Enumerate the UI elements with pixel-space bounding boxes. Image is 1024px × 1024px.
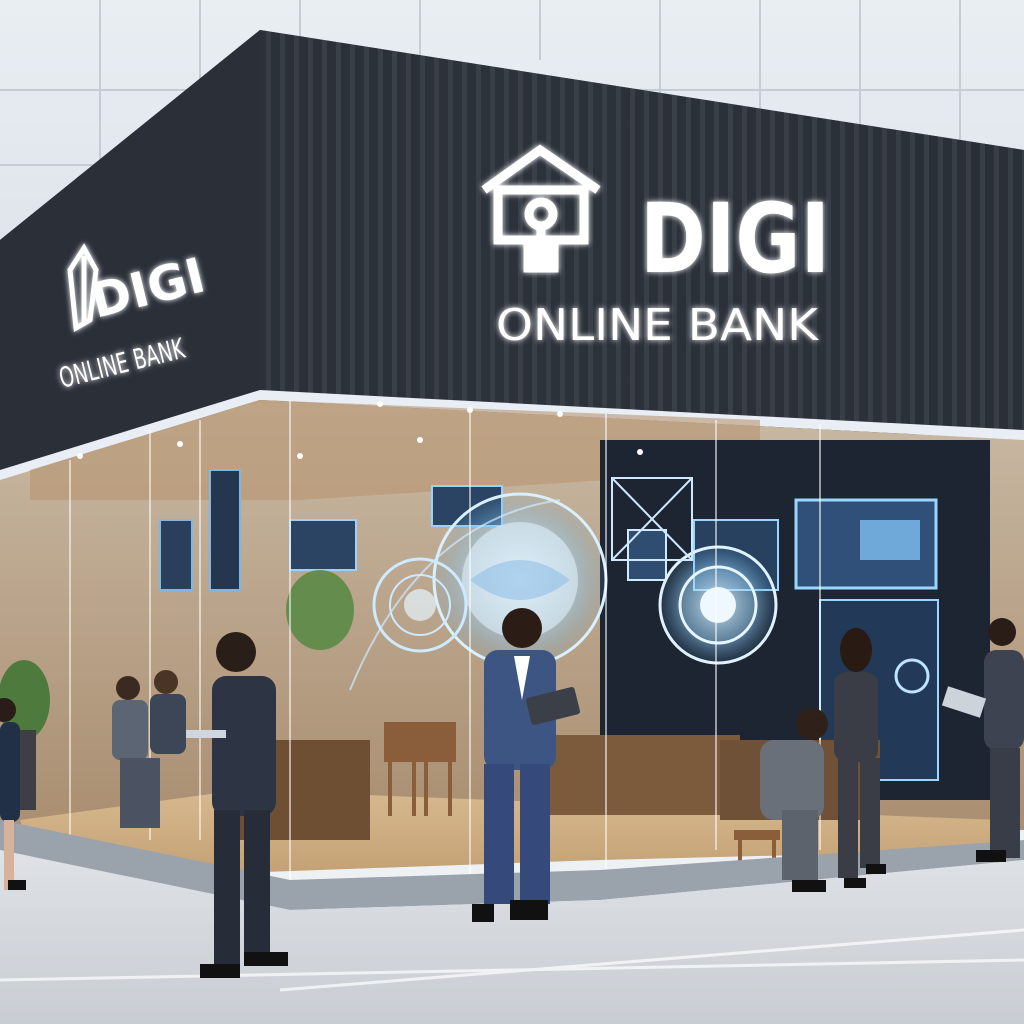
- scene-illustration: DIGI ONLINE BANK DIGI ONLINE BANK: [0, 0, 1024, 1024]
- plant-interior: [286, 570, 354, 650]
- main-sign-brand: DIGI: [640, 183, 830, 295]
- main-sign-subtitle: ONLINE BANK: [496, 300, 819, 351]
- storefront-scene: DIGI ONLINE BANK DIGI ONLINE BANK: [0, 0, 1024, 1024]
